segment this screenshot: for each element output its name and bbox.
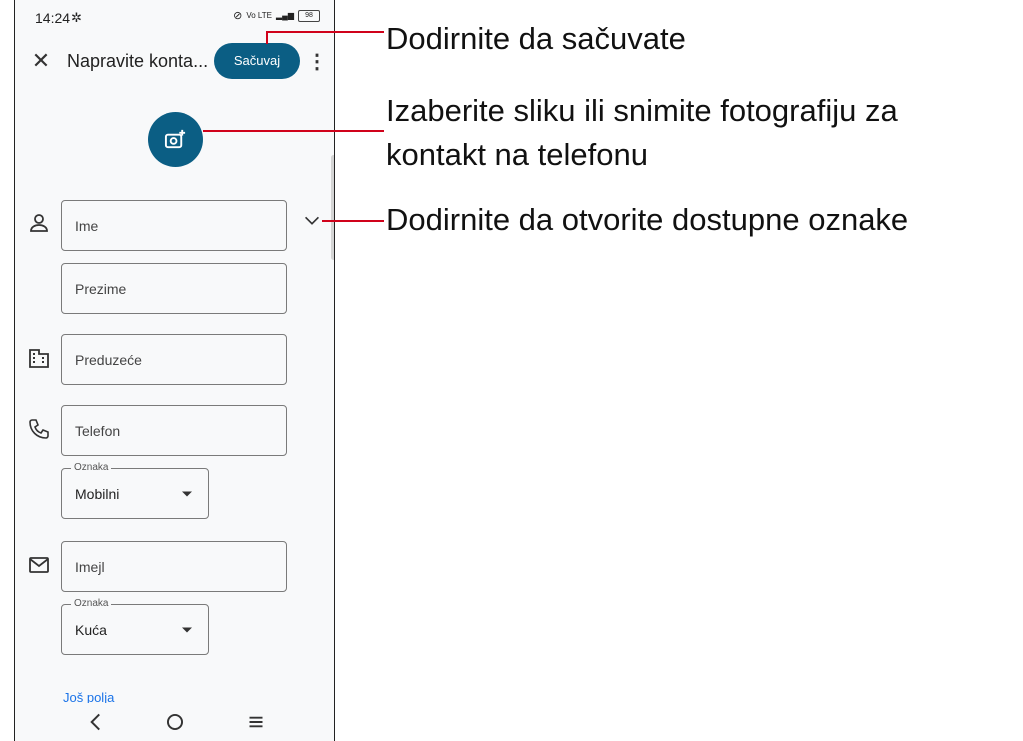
gear-icon: ✲ [71,10,82,25]
annotation-labels: Dodirnite da otvorite dostupne oznake [386,202,909,237]
annotation-line-save [266,31,384,33]
phone-label-value: Mobilni [75,485,120,502]
first-name-field[interactable]: Ime [61,200,287,251]
annotation-line-save-vertical [266,32,268,44]
status-indicators: ⊘ Vo LTE ▂▄▆ 98 [233,9,320,22]
save-button[interactable]: Sačuvaj [214,43,300,79]
navigation-bar [15,703,334,741]
annotation-photo-line2: kontakt na telefonu [386,137,648,172]
mail-icon [29,557,49,573]
phone-label-legend: Oznaka [71,462,112,473]
app-bar: ✕ Napravite konta... Sačuvaj ⋮ [15,40,334,84]
last-name-placeholder: Prezime [75,280,127,297]
email-label-value: Kuća [75,621,107,638]
email-placeholder: Imejl [75,558,105,575]
annotation-photo-line1: Izaberite sliku ili snimite fotografiju … [386,93,898,128]
phone-field[interactable]: Telefon [61,405,287,456]
dropdown-arrow-icon [182,627,192,632]
chevron-down-icon[interactable] [301,210,323,232]
phone-placeholder: Telefon [75,422,121,439]
home-icon[interactable] [162,709,188,735]
business-icon [29,349,49,368]
scrollbar[interactable] [331,155,334,260]
do-not-disturb-icon: ⊘ [233,10,243,22]
person-icon [30,214,48,232]
add-photo-icon [164,129,186,149]
phone-screen: 14:24 ✲ ⊘ Vo LTE ▂▄▆ 98 ✕ Napravite kont… [14,0,335,741]
close-icon[interactable]: ✕ [29,49,53,73]
company-placeholder: Preduzeće [75,351,142,368]
annotation-save: Dodirnite da sačuvate [386,21,686,56]
company-field[interactable]: Preduzeće [61,334,287,385]
email-label-dropdown[interactable]: Oznaka Kuća [61,598,209,655]
last-name-field[interactable]: Prezime [61,263,287,314]
battery-icon: 98 [298,9,320,22]
dropdown-arrow-icon [182,491,192,496]
volte-icon: Vo LTE [246,11,273,20]
status-bar: 14:24 ✲ ⊘ Vo LTE ▂▄▆ 98 [15,0,334,34]
first-name-placeholder: Ime [75,217,99,234]
email-label-legend: Oznaka [71,598,112,609]
signal-icon: ▂▄▆ [276,11,294,20]
back-icon[interactable] [83,709,109,735]
more-vert-icon[interactable]: ⋮ [307,47,327,77]
annotation-line-photo [203,130,384,132]
annotation-line-labels [322,220,384,222]
recents-icon[interactable] [243,709,269,735]
phone-label-dropdown[interactable]: Oznaka Mobilni [61,462,209,519]
add-photo-button[interactable] [148,112,203,167]
phone-icon [29,419,49,439]
status-time: 14:24 [35,10,71,26]
page-title: Napravite konta... [67,51,209,71]
email-field[interactable]: Imejl [61,541,287,592]
